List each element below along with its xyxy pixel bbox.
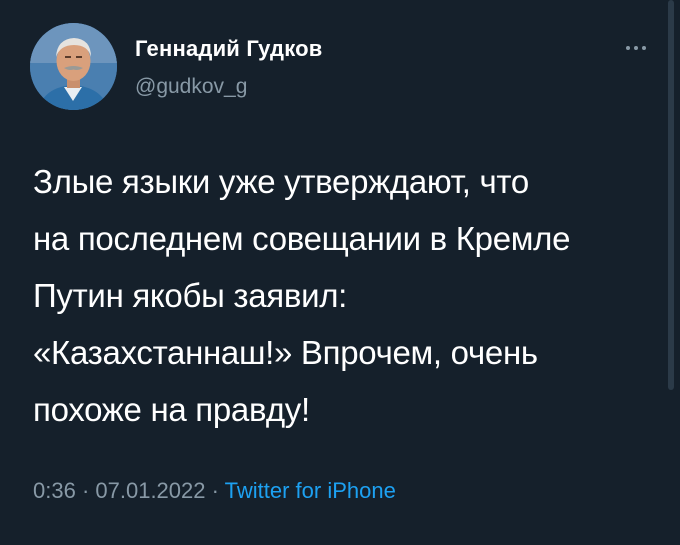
- avatar[interactable]: [30, 23, 117, 110]
- tweet-card: Геннадий Гудков @gudkov_g Злые языки уже…: [0, 0, 680, 545]
- author-name[interactable]: Геннадий Гудков: [135, 36, 323, 62]
- tweet-time[interactable]: 0:36: [33, 478, 76, 503]
- meta-separator: ·: [205, 478, 225, 503]
- tweet-date[interactable]: 07.01.2022: [95, 478, 205, 503]
- tweet-text-line: Путин якобы заявил:: [33, 277, 348, 314]
- tweet-text-line: «Казахстаннаш!» Впрочем, очень: [33, 334, 538, 371]
- tweet-text-line: на последнем совещании в Кремле: [33, 220, 571, 257]
- author-handle[interactable]: @gudkov_g: [135, 75, 247, 99]
- dot: [634, 46, 638, 50]
- tweet-text-line: похоже на правду!: [33, 391, 310, 428]
- tweet-source-link[interactable]: Twitter for iPhone: [225, 478, 396, 503]
- more-options-icon[interactable]: [614, 34, 658, 62]
- meta-separator: ·: [75, 478, 96, 503]
- tweet-text: Злые языки уже утверждают, что на послед…: [33, 153, 653, 438]
- tweet-meta: 0:36 · 07.01.2022 · Twitter for iPhone: [33, 478, 396, 504]
- avatar-image: [30, 23, 117, 110]
- scrollbar[interactable]: [668, 0, 674, 390]
- dot: [626, 46, 630, 50]
- tweet-text-line: Злые языки уже утверждают, что: [33, 163, 529, 200]
- dot: [642, 46, 646, 50]
